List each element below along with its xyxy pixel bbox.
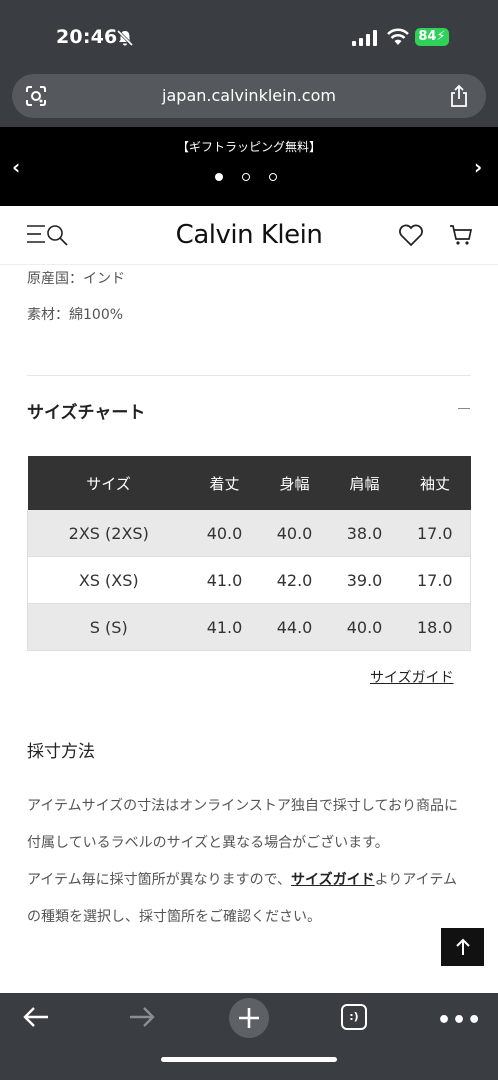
measurement-text: アイテムサイズの寸法はオンラインストア独自で採寸しており商品に付属しているラベル… xyxy=(27,788,465,936)
material: 素材：綿100% xyxy=(27,307,124,323)
table-cell: 41.0 xyxy=(189,603,260,651)
chevron-left-icon[interactable]: ‹ xyxy=(12,155,20,179)
url-text[interactable]: japan.calvinklein.com xyxy=(12,74,486,118)
table-cell: 40.0 xyxy=(329,603,400,651)
battery-indicator: 84⚡ xyxy=(415,28,449,46)
size-cell: XS (XS) xyxy=(27,556,190,604)
table-row: S (S) 41.0 44.0 40.0 18.0 xyxy=(27,603,471,651)
table-cell: 40.0 xyxy=(259,510,330,557)
new-tab-button[interactable] xyxy=(229,998,269,1038)
measurement-paragraph: アイテムサイズの寸法はオンラインストア独自で採寸しており商品に付属しているラベル… xyxy=(27,798,459,851)
chevron-right-icon[interactable]: › xyxy=(474,155,482,179)
origin-country: 原産国：インド xyxy=(27,271,125,287)
table-cell: 39.0 xyxy=(329,556,400,604)
plus-icon xyxy=(239,1008,259,1028)
table-row: 2XS (2XS) 40.0 40.0 38.0 17.0 xyxy=(27,510,471,557)
promo-text[interactable]: 【ギフトラッピング無料】 xyxy=(0,138,498,155)
browser-chrome: 20:46 84⚡ japan.calvinklein.com xyxy=(0,0,498,127)
promo-banner: 【ギフトラッピング無料】 ‹ › xyxy=(0,127,498,206)
back-arrow-icon[interactable] xyxy=(22,1004,50,1030)
size-cell: S (S) xyxy=(27,603,190,651)
more-icon[interactable]: ••• xyxy=(437,1008,482,1033)
table-cell: 44.0 xyxy=(259,603,330,651)
carousel-dot-active[interactable] xyxy=(215,173,223,181)
site-header: Calvin Klein xyxy=(0,206,498,265)
column-header: 袖丈 xyxy=(399,456,471,510)
forward-arrow-icon[interactable] xyxy=(128,1004,156,1030)
table-cell: 38.0 xyxy=(329,510,400,557)
column-header: 着丈 xyxy=(189,456,260,510)
column-header: 肩幅 xyxy=(329,456,400,510)
table-cell: 18.0 xyxy=(399,603,471,651)
scroll-top-button[interactable] xyxy=(441,928,484,966)
share-icon[interactable] xyxy=(448,84,470,108)
collapse-icon[interactable] xyxy=(458,408,470,409)
bell-slash-icon xyxy=(116,29,134,47)
table-cell: 41.0 xyxy=(189,556,260,604)
wifi-icon xyxy=(387,28,409,45)
table-cell: 42.0 xyxy=(259,556,330,604)
table-cell: 17.0 xyxy=(399,556,471,604)
heart-icon[interactable] xyxy=(398,223,424,247)
cart-icon[interactable] xyxy=(449,223,473,247)
home-indicator xyxy=(161,1057,337,1062)
divider xyxy=(27,375,471,376)
battery-level: 84 xyxy=(418,29,437,44)
column-header: 身幅 xyxy=(259,456,330,510)
table-cell: 17.0 xyxy=(399,510,471,557)
measurement-title: 採寸方法 xyxy=(27,742,95,762)
column-header: サイズ xyxy=(27,456,190,510)
table-header-row: サイズ 着丈 身幅 肩幅 袖丈 xyxy=(27,456,471,510)
table-cell: 40.0 xyxy=(189,510,260,557)
signal-icon xyxy=(352,30,377,46)
browser-toolbar: :) ••• xyxy=(0,993,498,1080)
size-cell: 2XS (2XS) xyxy=(27,510,190,557)
inline-size-guide-link[interactable]: サイズガイド xyxy=(291,872,375,888)
address-bar[interactable]: japan.calvinklein.com xyxy=(12,74,486,118)
size-chart-table: サイズ 着丈 身幅 肩幅 袖丈 2XS (2XS) 40.0 40.0 38.0… xyxy=(27,456,471,651)
table-row: XS (XS) 41.0 42.0 39.0 17.0 xyxy=(27,556,471,604)
size-guide-link[interactable]: サイズガイド xyxy=(370,667,454,687)
carousel-dot[interactable] xyxy=(242,173,250,181)
measurement-paragraph-start: アイテム毎に採寸箇所が異なりますので、 xyxy=(27,872,292,888)
size-chart-title[interactable]: サイズチャート xyxy=(27,398,145,423)
arrow-up-icon xyxy=(455,938,470,955)
status-time: 20:46 xyxy=(56,26,118,48)
carousel-dot[interactable] xyxy=(269,173,277,181)
tabs-icon[interactable]: :) xyxy=(341,1004,367,1030)
